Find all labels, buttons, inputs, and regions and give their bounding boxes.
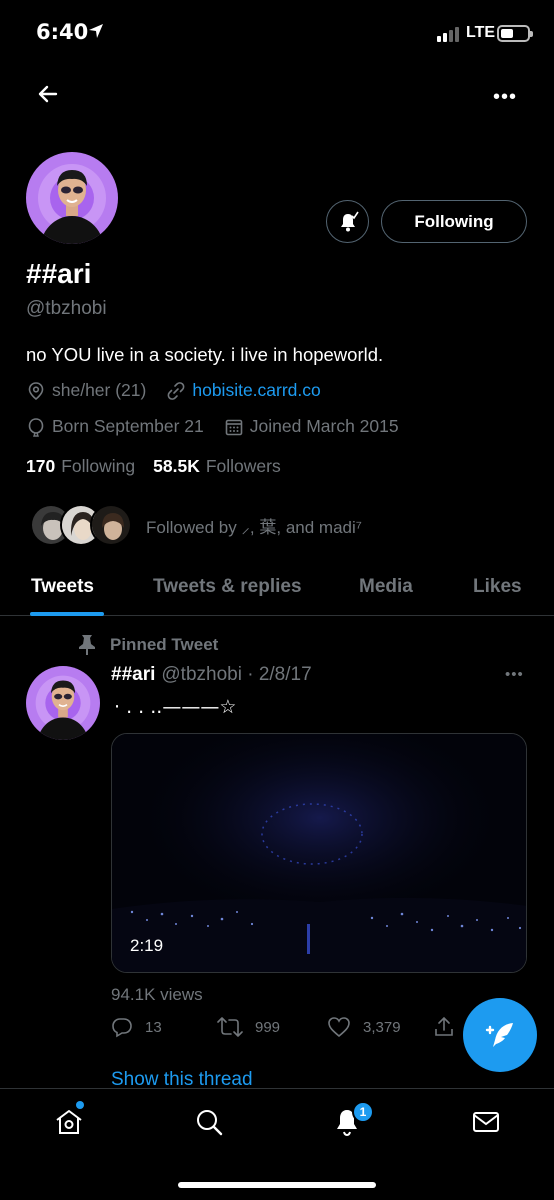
profile-avatar[interactable] [26,152,118,244]
status-bar: 6:40 LTE [0,0,554,66]
tab-tweets-replies[interactable]: Tweets & replies [153,576,302,598]
profile-meta-row-2: Born September 21 Joined March 2015 [26,416,419,437]
notifications-bell-button[interactable] [326,200,369,243]
video-duration: 2:19 [130,936,164,955]
compose-feather-icon [485,1023,513,1047]
pin-icon [79,635,95,655]
tweet-actions: 13 999 3,379 [111,1016,461,1044]
location-arrow-icon [89,24,103,38]
back-button[interactable] [34,80,62,108]
following-button[interactable]: Following [381,200,527,243]
heart-icon [328,1017,350,1038]
more-options-button[interactable]: ••• [493,86,517,109]
compose-tweet-button[interactable] [463,998,537,1072]
following-count-link[interactable]: 170 Following [26,456,135,477]
display-name: ##ari [26,258,92,289]
pinned-label-row: Pinned Tweet [78,634,218,656]
tab-likes[interactable]: Likes [473,576,522,598]
like-count: 3,379 [363,1018,401,1036]
status-time: 6:40 [36,20,89,44]
retweet-button[interactable]: 999 [217,1016,280,1038]
tweet-text: · . . ..———☆ [114,696,237,718]
followers-count: 58.5K [153,456,200,476]
active-tab-indicator [30,612,104,616]
home-unread-dot [76,1101,84,1109]
following-label: Following [61,456,136,476]
nav-messages[interactable] [471,1107,501,1142]
tweet-header: ##ari @tbzhobi · 2/8/17 [111,664,312,686]
tweet-author-name[interactable]: ##ari [111,664,155,686]
share-icon [435,1016,453,1036]
followers-label: Followers [205,456,281,476]
followed-by-text: Followed by ⸝, 葉, and madi⁷ [146,517,362,537]
bell-check-icon [340,211,359,231]
joined-text: Joined March 2015 [249,416,399,436]
followed-by-avatars [30,504,132,546]
tweet-author-meta: @tbzhobi · 2/8/17 [161,664,312,685]
followed-by-row[interactable]: Followed by ⸝, 葉, and madi⁷ [30,504,362,546]
reply-button[interactable]: 13 [111,1016,162,1038]
balloon-icon [28,417,44,437]
video-thumbnail [112,734,526,972]
follow-counts: 170 Following 58.5K Followers [26,456,299,477]
profile-meta-row-1: she/her (21) hobisite.carrd.co [26,380,341,401]
location-pin-icon [28,381,44,400]
link-icon [167,381,185,400]
followers-count-link[interactable]: 58.5K Followers [153,456,281,477]
back-arrow-icon [38,85,58,103]
birthday-text: Born September 21 [52,416,204,436]
battery-icon [497,25,533,42]
retweet-count: 999 [255,1018,281,1036]
tweet-video[interactable]: 2:19 [111,733,527,973]
like-button[interactable]: 3,379 [327,1016,401,1038]
calendar-icon [225,419,243,435]
share-button[interactable] [433,1016,467,1038]
follower-avatar [90,504,132,546]
retweet-icon [217,1017,243,1037]
website-link[interactable]: hobisite.carrd.co [192,380,320,401]
profile-tabs: Tweets Tweets & replies Media Likes [0,568,554,616]
network-label: LTE [466,24,496,41]
notification-badge: 1 [352,1101,374,1123]
tweet-more-button[interactable]: ••• [505,666,524,683]
following-count: 170 [26,456,56,476]
reply-count: 13 [145,1018,162,1036]
home-indicator [178,1182,376,1188]
signal-icon [437,27,459,42]
search-icon [197,1110,223,1136]
nav-search[interactable] [194,1107,224,1142]
nav-home[interactable] [54,1107,84,1142]
profile-bio: no YOU live in a society. i live in hope… [26,344,384,365]
reply-icon [112,1018,132,1038]
user-handle: @tbzhobi [26,298,107,319]
tweet-author-avatar[interactable] [26,666,100,740]
pinned-tweet-label: Pinned Tweet [110,635,219,654]
mail-icon [473,1112,499,1132]
tweet-views: 94.1K views [111,985,203,1004]
tab-tweets[interactable]: Tweets [31,576,94,598]
tab-media[interactable]: Media [359,576,413,598]
home-icon [56,1110,82,1134]
pronouns-text: she/her (21) [52,380,147,400]
